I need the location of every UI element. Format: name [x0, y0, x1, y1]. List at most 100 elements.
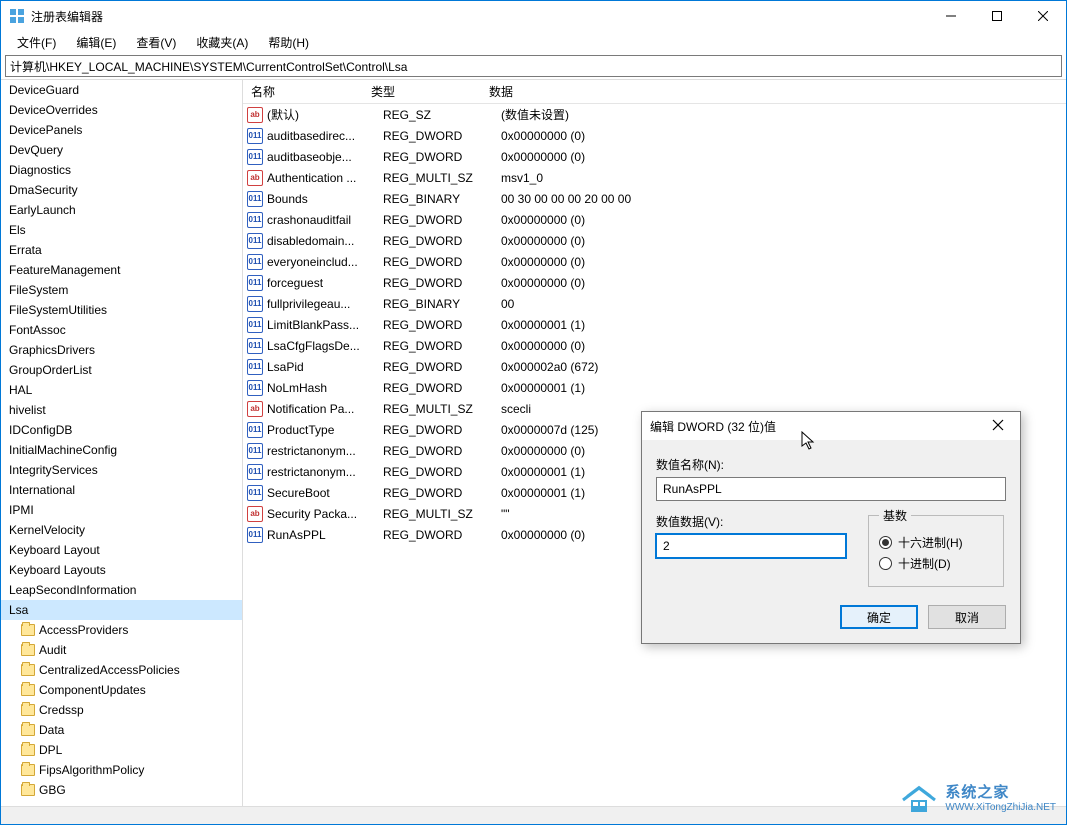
tree-item-label: Lsa — [9, 603, 28, 617]
tree-item[interactable]: ComponentUpdates — [1, 680, 242, 700]
value-row[interactable]: 011LsaCfgFlagsDe...REG_DWORD0x00000000 (… — [243, 335, 1066, 356]
value-row[interactable]: 011fullprivilegeau...REG_BINARY00 — [243, 293, 1066, 314]
tree-item[interactable]: IntegrityServices — [1, 460, 242, 480]
tree-item-label: DmaSecurity — [9, 183, 78, 197]
tree-item[interactable]: FontAssoc — [1, 320, 242, 340]
tree-item[interactable]: Keyboard Layouts — [1, 560, 242, 580]
value-name: NoLmHash — [267, 381, 383, 395]
value-row[interactable]: 011forceguestREG_DWORD0x00000000 (0) — [243, 272, 1066, 293]
tree-item[interactable]: EarlyLaunch — [1, 200, 242, 220]
value-name: ProductType — [267, 423, 383, 437]
folder-icon — [21, 764, 35, 776]
tree-item[interactable]: CentralizedAccessPolicies — [1, 660, 242, 680]
tree-item-label: FileSystemUtilities — [9, 303, 107, 317]
value-row[interactable]: 011crashonauditfailREG_DWORD0x00000000 (… — [243, 209, 1066, 230]
ok-button[interactable]: 确定 — [840, 605, 918, 629]
tree-item[interactable]: Keyboard Layout — [1, 540, 242, 560]
tree-item[interactable]: FeatureManagement — [1, 260, 242, 280]
value-type: REG_DWORD — [383, 150, 501, 164]
maximize-button[interactable] — [974, 1, 1020, 31]
tree-item-label: ComponentUpdates — [39, 683, 146, 697]
tree-item[interactable]: Credssp — [1, 700, 242, 720]
value-row[interactable]: 011everyoneinclud...REG_DWORD0x00000000 … — [243, 251, 1066, 272]
tree-pane[interactable]: DeviceGuardDeviceOverridesDevicePanelsDe… — [1, 80, 243, 806]
value-type: REG_DWORD — [383, 318, 501, 332]
folder-icon — [21, 784, 35, 796]
close-button[interactable] — [1020, 1, 1066, 31]
value-name: LimitBlankPass... — [267, 318, 383, 332]
tree-item[interactable]: DevQuery — [1, 140, 242, 160]
menu-item[interactable]: 文件(F) — [7, 32, 66, 53]
value-name: Notification Pa... — [267, 402, 383, 416]
value-data: 0x00000000 (0) — [501, 339, 1066, 353]
column-type[interactable]: 类型 — [363, 80, 481, 104]
tree-item[interactable]: AccessProviders — [1, 620, 242, 640]
tree-item[interactable]: hivelist — [1, 400, 242, 420]
value-row[interactable]: 011auditbaseobje...REG_DWORD0x00000000 (… — [243, 146, 1066, 167]
dialog-close-button[interactable] — [984, 418, 1012, 434]
value-row[interactable]: 011BoundsREG_BINARY00 30 00 00 00 20 00 … — [243, 188, 1066, 209]
binary-value-icon: 011 — [247, 212, 263, 228]
folder-icon — [21, 684, 35, 696]
value-name: (默认) — [267, 106, 383, 123]
tree-item[interactable]: GroupOrderList — [1, 360, 242, 380]
value-row[interactable]: 011auditbasedirec...REG_DWORD0x00000000 … — [243, 125, 1066, 146]
tree-item[interactable]: Errata — [1, 240, 242, 260]
menu-item[interactable]: 帮助(H) — [258, 32, 319, 53]
tree-item[interactable]: Audit — [1, 640, 242, 660]
column-data[interactable]: 数据 — [481, 80, 1066, 104]
tree-item-label: Data — [39, 723, 64, 737]
column-name[interactable]: 名称 — [243, 80, 363, 104]
tree-item[interactable]: DeviceGuard — [1, 80, 242, 100]
tree-item[interactable]: GraphicsDrivers — [1, 340, 242, 360]
minimize-button[interactable] — [928, 1, 974, 31]
tree-item[interactable]: KernelVelocity — [1, 520, 242, 540]
tree-item[interactable]: Els — [1, 220, 242, 240]
tree-item[interactable]: DevicePanels — [1, 120, 242, 140]
tree-item-label: Els — [9, 223, 26, 237]
tree-item[interactable]: GBG — [1, 780, 242, 800]
tree-item-label: International — [9, 483, 75, 497]
value-name: restrictanonym... — [267, 465, 383, 479]
value-row[interactable]: 011disabledomain...REG_DWORD0x00000000 (… — [243, 230, 1066, 251]
address-bar[interactable]: 计算机\HKEY_LOCAL_MACHINE\SYSTEM\CurrentCon… — [5, 55, 1062, 77]
binary-value-icon: 011 — [247, 149, 263, 165]
tree-item[interactable]: FileSystem — [1, 280, 242, 300]
radio-dec[interactable]: 十进制(D) — [879, 555, 993, 572]
menu-item[interactable]: 收藏夹(A) — [186, 32, 258, 53]
tree-item[interactable]: FileSystemUtilities — [1, 300, 242, 320]
tree-item[interactable]: IDConfigDB — [1, 420, 242, 440]
value-data: 00 — [501, 297, 1066, 311]
value-row[interactable]: 011LsaPidREG_DWORD0x000002a0 (672) — [243, 356, 1066, 377]
tree-item[interactable]: International — [1, 480, 242, 500]
value-data-input[interactable] — [656, 534, 846, 558]
value-row[interactable]: ab(默认)REG_SZ(数值未设置) — [243, 104, 1066, 125]
binary-value-icon: 011 — [247, 128, 263, 144]
value-name-input[interactable] — [656, 477, 1006, 501]
value-name: LsaPid — [267, 360, 383, 374]
radio-hex[interactable]: 十六进制(H) — [879, 534, 993, 551]
tree-item[interactable]: InitialMachineConfig — [1, 440, 242, 460]
value-type: REG_DWORD — [383, 465, 501, 479]
tree-item[interactable]: HAL — [1, 380, 242, 400]
tree-item[interactable]: Data — [1, 720, 242, 740]
menu-item[interactable]: 查看(V) — [126, 32, 186, 53]
tree-item[interactable]: Lsa — [1, 600, 242, 620]
tree-item[interactable]: Diagnostics — [1, 160, 242, 180]
value-type: REG_SZ — [383, 108, 501, 122]
value-row[interactable]: abAuthentication ...REG_MULTI_SZmsv1_0 — [243, 167, 1066, 188]
tree-item[interactable]: FipsAlgorithmPolicy — [1, 760, 242, 780]
tree-item[interactable]: DPL — [1, 740, 242, 760]
tree-item-label: DPL — [39, 743, 62, 757]
folder-icon — [21, 624, 35, 636]
tree-item[interactable]: LeapSecondInformation — [1, 580, 242, 600]
value-row[interactable]: 011NoLmHashREG_DWORD0x00000001 (1) — [243, 377, 1066, 398]
value-type: REG_DWORD — [383, 255, 501, 269]
tree-item[interactable]: DeviceOverrides — [1, 100, 242, 120]
cancel-button[interactable]: 取消 — [928, 605, 1006, 629]
tree-item[interactable]: IPMI — [1, 500, 242, 520]
menu-item[interactable]: 编辑(E) — [66, 32, 126, 53]
value-row[interactable]: 011LimitBlankPass...REG_DWORD0x00000001 … — [243, 314, 1066, 335]
binary-value-icon: 011 — [247, 317, 263, 333]
tree-item[interactable]: DmaSecurity — [1, 180, 242, 200]
